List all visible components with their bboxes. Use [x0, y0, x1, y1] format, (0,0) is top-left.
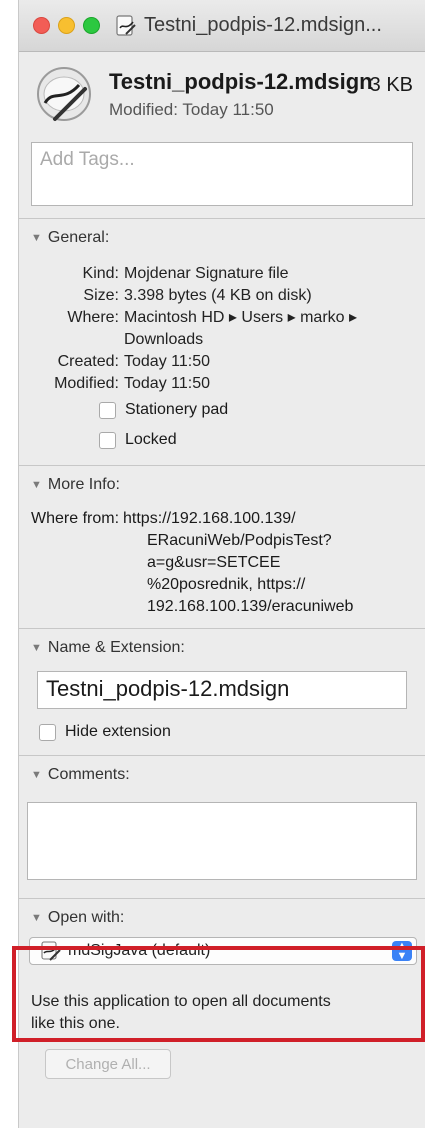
where-from-line: https://192.168.100.139/: [123, 510, 296, 527]
where-from-line: ERacuniWeb/PodpisTest?: [147, 532, 332, 549]
tags-field[interactable]: Add Tags...: [31, 142, 413, 206]
stationery-pad-checkbox[interactable]: [99, 401, 116, 419]
hide-extension-label: Hide extension: [65, 723, 171, 740]
where-label: Where:: [67, 309, 119, 326]
hide-extension-checkbox[interactable]: [39, 723, 56, 741]
more-info-heading: More Info:: [47, 476, 120, 493]
name-extension-heading: Name & Extension:: [47, 639, 185, 656]
title-bar: Testni_podpis-12.mdsign...: [19, 0, 425, 52]
where-from-row: Where from: https://192.168.100.139/ ERa…: [19, 494, 425, 618]
where-from-line: %20posrednik, https://: [147, 576, 306, 593]
comments-section-toggle[interactable]: ▼ Comments:: [19, 756, 425, 784]
file-name-input[interactable]: Testni_podpis-12.mdsign: [37, 671, 407, 709]
general-heading: General:: [47, 229, 110, 246]
modified-row: Modified: Today 11:50: [19, 373, 425, 395]
comments-heading: Comments:: [47, 766, 130, 783]
disclosure-triangle-icon: ▼: [31, 479, 42, 491]
close-window-button[interactable]: [33, 17, 50, 34]
file-size: 3 KB: [369, 74, 413, 96]
disclosure-triangle-icon: ▼: [31, 232, 42, 244]
created-row: Created: Today 11:50: [19, 351, 425, 373]
created-label: Created:: [57, 353, 119, 370]
where-row: Where: Macintosh HD ▸ Users ▸ marko ▸: [19, 307, 425, 329]
document-signature-icon: [116, 14, 136, 36]
general-section-toggle[interactable]: ▼ General:: [19, 219, 425, 247]
size-label: Size:: [83, 287, 119, 304]
minimize-window-button[interactable]: [58, 17, 75, 34]
disclosure-triangle-icon: ▼: [31, 912, 42, 924]
general-details: Kind: Mojdenar Signature file Size: 3.39…: [19, 247, 425, 449]
size-row: Size: 3.398 bytes (4 KB on disk): [19, 285, 425, 307]
signature-file-icon: [37, 67, 91, 121]
locked-label: Locked: [125, 431, 177, 448]
file-name: Testni_podpis-12.mdsign: [109, 68, 373, 94]
created-value: Today 11:50: [124, 353, 210, 370]
more-info-section-toggle[interactable]: ▼ More Info:: [19, 466, 425, 494]
change-all-button[interactable]: Change All...: [45, 1049, 171, 1079]
file-modified: Modified: Today 11:50: [109, 99, 274, 119]
name-extension-section-toggle[interactable]: ▼ Name & Extension:: [19, 629, 425, 657]
window-title: Testni_podpis-12.mdsign...: [144, 14, 382, 36]
open-with-heading: Open with:: [47, 909, 125, 926]
where-from-label: Where from:: [31, 510, 120, 527]
size-value: 3.398 bytes (4 KB on disk): [124, 287, 312, 304]
disclosure-triangle-icon: ▼: [31, 642, 42, 654]
kind-value: Mojdenar Signature file: [124, 265, 289, 282]
locked-checkbox[interactable]: [99, 431, 116, 449]
where-from-line: a=g&usr=SETCEE: [147, 554, 281, 571]
locked-row[interactable]: Locked: [19, 431, 425, 449]
where-from-line: 192.168.100.139/eracuniweb: [147, 598, 354, 615]
where-value-continued: Downloads: [124, 331, 204, 348]
modified-value: Today 11:50: [124, 375, 210, 392]
open-with-section-toggle[interactable]: ▼ Open with:: [19, 899, 425, 927]
zoom-window-button[interactable]: [83, 17, 100, 34]
modified-label: Modified:: [54, 375, 119, 392]
highlight-box: [12, 946, 425, 1042]
file-header: Testni_podpis-12.mdsign Modified: Today …: [19, 52, 425, 136]
where-value: Macintosh HD ▸ Users ▸ marko ▸: [124, 309, 358, 326]
where-row-continued: Downloads: [19, 329, 425, 351]
comments-textarea[interactable]: [27, 802, 417, 880]
stationery-pad-label: Stationery pad: [125, 401, 229, 418]
hide-extension-row[interactable]: Hide extension: [19, 723, 425, 741]
kind-label: Kind:: [82, 265, 119, 282]
stationery-pad-row[interactable]: Stationery pad: [19, 401, 425, 419]
kind-row: Kind: Mojdenar Signature file: [19, 263, 425, 285]
disclosure-triangle-icon: ▼: [31, 769, 42, 781]
